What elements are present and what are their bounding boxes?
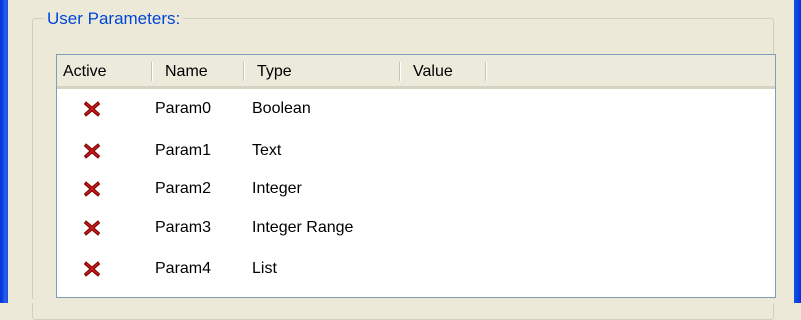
column-divider[interactable] bbox=[151, 62, 152, 81]
column-divider[interactable] bbox=[485, 62, 486, 81]
red-x-icon[interactable] bbox=[83, 100, 101, 118]
param-type: Integer bbox=[252, 180, 302, 197]
column-divider[interactable] bbox=[399, 62, 400, 81]
column-divider[interactable] bbox=[243, 62, 244, 81]
table-row[interactable]: Param2 Integer bbox=[57, 172, 775, 206]
column-header-name[interactable]: Name bbox=[165, 55, 208, 86]
listview-header: Active Name Type Value bbox=[57, 55, 775, 89]
red-x-icon[interactable] bbox=[83, 180, 101, 198]
param-name: Param4 bbox=[155, 260, 212, 277]
param-type: Text bbox=[252, 142, 282, 159]
table-row[interactable]: Param1 Text bbox=[57, 134, 775, 168]
column-header-value[interactable]: Value bbox=[413, 55, 453, 86]
param-name: Param2 bbox=[155, 180, 212, 197]
param-type: Boolean bbox=[252, 100, 311, 117]
table-row[interactable]: Param3 Integer Range bbox=[57, 211, 775, 245]
param-type: Integer Range bbox=[252, 219, 354, 236]
table-row[interactable]: Param0 Boolean bbox=[57, 92, 775, 126]
window-frame-left bbox=[0, 0, 8, 303]
red-x-icon[interactable] bbox=[83, 219, 101, 237]
red-x-icon[interactable] bbox=[83, 260, 101, 278]
param-name: Param1 bbox=[155, 142, 212, 159]
param-type: List bbox=[252, 260, 277, 277]
table-row[interactable]: Param4 List bbox=[57, 252, 775, 286]
column-header-active[interactable]: Active bbox=[63, 55, 107, 86]
window-frame-right bbox=[794, 0, 801, 303]
panel-bottom-edge bbox=[8, 299, 794, 303]
param-name: Param0 bbox=[155, 100, 212, 117]
parameters-listview[interactable]: Active Name Type Value Param0 Boolean Pa… bbox=[56, 54, 776, 298]
groupbox-title: User Parameters: bbox=[44, 9, 184, 29]
column-header-type[interactable]: Type bbox=[257, 55, 292, 86]
param-name: Param3 bbox=[155, 219, 212, 236]
red-x-icon[interactable] bbox=[83, 142, 101, 160]
